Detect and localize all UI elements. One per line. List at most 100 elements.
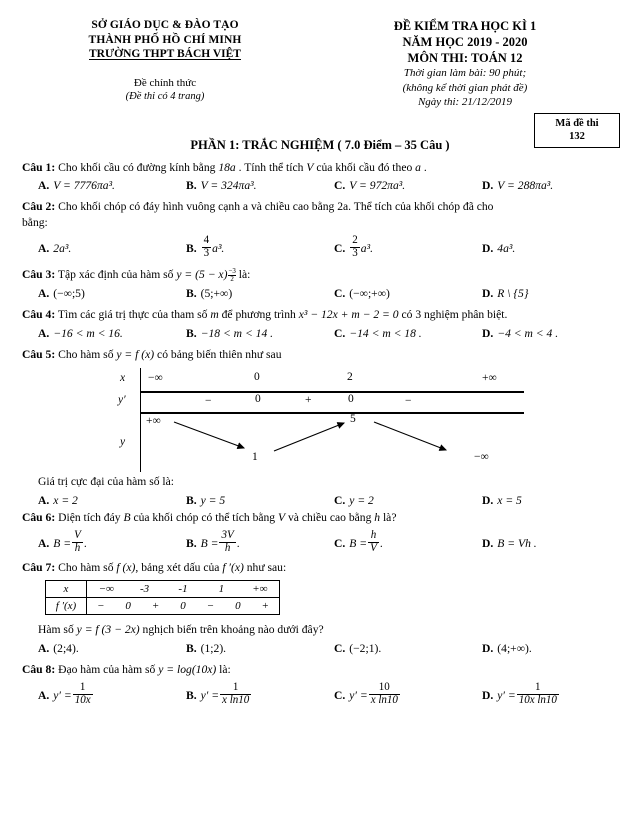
- sign-f-4: −: [206, 600, 215, 613]
- option-3-b[interactable]: B. (5;+∞): [186, 287, 334, 300]
- question-3-exponent: −3 2: [228, 268, 236, 284]
- question-8: Câu 8: Đạo hàm của hàm số y = log(10x) l…: [22, 662, 618, 678]
- option-6-c-suffix: .: [379, 536, 383, 550]
- question-3-label: Câu 3:: [22, 268, 56, 282]
- question-5: Câu 5: Cho hàm số y = f (x) có bảng biến…: [22, 347, 618, 363]
- option-1-a-value: V = 7776πa³.: [53, 179, 115, 192]
- option-4-c-value: −14 < m < 18 .: [349, 326, 422, 340]
- option-8-b-fraction: 1x ln10: [220, 681, 252, 706]
- option-3-a-letter: A.: [38, 287, 50, 301]
- option-7-a[interactable]: A. (2;4).: [38, 642, 186, 655]
- option-3-d[interactable]: D. R \ {5}: [482, 287, 602, 300]
- option-2-c-den: 3: [350, 246, 360, 259]
- option-3-b-value: (5;+∞): [200, 287, 233, 301]
- question-3-options: A. (−∞;5) B. (5;+∞) C. (−∞;+∞) D. R \ {5}: [22, 287, 618, 300]
- page-count-note: (Đề thi có 4 trang): [125, 91, 205, 102]
- option-2-d[interactable]: D. 4a³.: [482, 236, 602, 260]
- option-8-a[interactable]: A. y′ = 1 10x: [38, 681, 186, 707]
- option-4-d[interactable]: D. −4 < m < 4 .: [482, 327, 602, 340]
- document-header: SỞ GIÁO DỤC & ĐÀO TẠO THÀNH PHỐ HỒ CHÍ M…: [0, 0, 640, 110]
- sign-x-0: −∞: [98, 583, 114, 596]
- question-6-text-c: và chiều cao bằng: [285, 510, 375, 524]
- option-7-a-value: (2;4).: [53, 641, 79, 655]
- exam-header: ĐỀ KIỂM TRA HỌC KÌ 1 NĂM HỌC 2019 - 2020…: [310, 16, 620, 110]
- option-2-c-num: 2: [352, 234, 358, 246]
- option-5-d[interactable]: D. x = 5: [482, 494, 602, 507]
- option-6-a[interactable]: A. B = Vh.: [38, 530, 186, 555]
- option-6-c[interactable]: C. B = h V.: [334, 530, 482, 555]
- exam-code-label: Mã đề thi: [555, 118, 599, 129]
- option-6-b-letter: B.: [186, 536, 197, 550]
- option-6-d[interactable]: D. B = Vh .: [482, 531, 602, 555]
- option-5-a[interactable]: A. x = 2: [38, 494, 186, 507]
- sign-table-row-fprime: f ′(x) − 0 + 0 − 0 +: [45, 597, 280, 616]
- option-8-a-letter: A.: [38, 688, 50, 702]
- option-4-b[interactable]: B. −18 < m < 14 .: [186, 327, 334, 340]
- option-8-d-den: 10x ln10: [516, 693, 559, 706]
- option-6-b-suffix: .: [236, 536, 240, 550]
- option-3-a[interactable]: A. (−∞;5): [38, 287, 186, 300]
- option-8-a-lead: y′ =: [53, 688, 72, 702]
- option-7-d[interactable]: D. (4;+∞).: [482, 642, 602, 655]
- option-5-b-value: y = 5: [200, 493, 226, 507]
- option-8-c-fraction: 10 x ln10: [368, 681, 400, 706]
- option-6-b-lead: B =: [200, 536, 219, 550]
- option-8-d[interactable]: D. y′ = 1 10x ln10: [482, 681, 602, 707]
- questions-block: Câu 1: Cho khối cầu có đường kính bằng 1…: [0, 160, 640, 708]
- option-6-a-num: V: [74, 529, 81, 542]
- question-6-label: Câu 6:: [22, 510, 56, 524]
- option-8-c-num: 10: [378, 681, 390, 694]
- option-8-d-lead: y′ =: [497, 688, 516, 702]
- question-7-prompt: Hàm số y = f (3 − 2x) nghịch biến trên k…: [22, 622, 618, 638]
- question-1-label: Câu 1:: [22, 160, 56, 174]
- option-2-b-den: 3: [201, 246, 212, 259]
- option-3-d-value: R \ {5}: [497, 287, 529, 301]
- question-6: Câu 6: Diện tích đáy B của khối chóp có …: [22, 510, 618, 526]
- option-6-a-fraction: Vh: [72, 530, 83, 554]
- question-3-text-a: Tập xác định của hàm số: [57, 268, 177, 282]
- question-6-base-area: B: [123, 510, 131, 524]
- option-5-b[interactable]: B. y = 5: [186, 494, 334, 507]
- duration-line: Thời gian làm bài: 90 phút;: [403, 67, 527, 79]
- option-6-c-lead: B =: [349, 536, 368, 550]
- option-6-a-letter: A.: [38, 536, 50, 550]
- option-8-d-letter: D.: [482, 688, 494, 702]
- option-6-b[interactable]: B. B = 3V h.: [186, 530, 334, 555]
- sign-f-3: 0: [180, 600, 186, 613]
- option-3-c[interactable]: C. (−∞;+∞): [334, 287, 482, 300]
- option-4-c[interactable]: C. −14 < m < 18 .: [334, 327, 482, 340]
- option-1-b[interactable]: B. V = 324πa³.: [186, 179, 334, 192]
- option-7-d-value: (4;+∞).: [497, 641, 532, 655]
- option-4-a[interactable]: A. −16 < m < 16.: [38, 327, 186, 340]
- question-6-text-d: là?: [380, 510, 397, 524]
- option-7-b[interactable]: B. (1;2).: [186, 642, 334, 655]
- subject-line: MÔN THI: TOÁN 12: [407, 51, 523, 65]
- option-2-a[interactable]: A. 2a³.: [38, 236, 186, 260]
- question-7-label: Câu 7:: [22, 560, 56, 574]
- question-3-exponent-den: 2: [228, 275, 236, 284]
- option-8-b-den: x ln10: [220, 693, 252, 706]
- exam-title: ĐỀ KIỂM TRA HỌC KÌ 1: [393, 19, 537, 33]
- question-8-function: y = log(10x): [158, 662, 217, 676]
- option-8-a-num: 1: [79, 681, 86, 694]
- question-4-text-a: Tìm các giá trị thực của tham số: [57, 308, 211, 322]
- option-8-c-lead: y′ =: [349, 688, 368, 702]
- option-2-b-letter: B.: [186, 241, 197, 255]
- option-2-c[interactable]: C. 2 3 a³.: [334, 234, 482, 260]
- option-7-c[interactable]: C. (−2;1).: [334, 642, 482, 655]
- option-5-c-value: y = 2: [349, 493, 374, 507]
- option-8-b[interactable]: B. y′ = 1 x ln10: [186, 681, 334, 707]
- exam-code-box: Mã đề thi 132: [534, 113, 620, 148]
- question-6-text-a: Diện tích đáy: [58, 510, 124, 524]
- option-1-d[interactable]: D. V = 288πa³.: [482, 179, 602, 192]
- question-4-text-b: để phương trình: [218, 308, 299, 322]
- option-1-c[interactable]: C. V = 972πa³.: [334, 179, 482, 192]
- option-5-c[interactable]: C. y = 2: [334, 494, 482, 507]
- option-8-c[interactable]: C. y′ = 10 x ln10: [334, 681, 482, 707]
- option-2-c-suffix: a³.: [360, 241, 373, 255]
- option-1-a[interactable]: A. V = 7776πa³.: [38, 179, 186, 192]
- option-2-b[interactable]: B. 4 3 a³.: [186, 234, 334, 260]
- option-6-b-den: h: [219, 541, 236, 555]
- option-5-b-letter: B.: [186, 493, 197, 507]
- option-5-d-value: x = 5: [497, 493, 522, 507]
